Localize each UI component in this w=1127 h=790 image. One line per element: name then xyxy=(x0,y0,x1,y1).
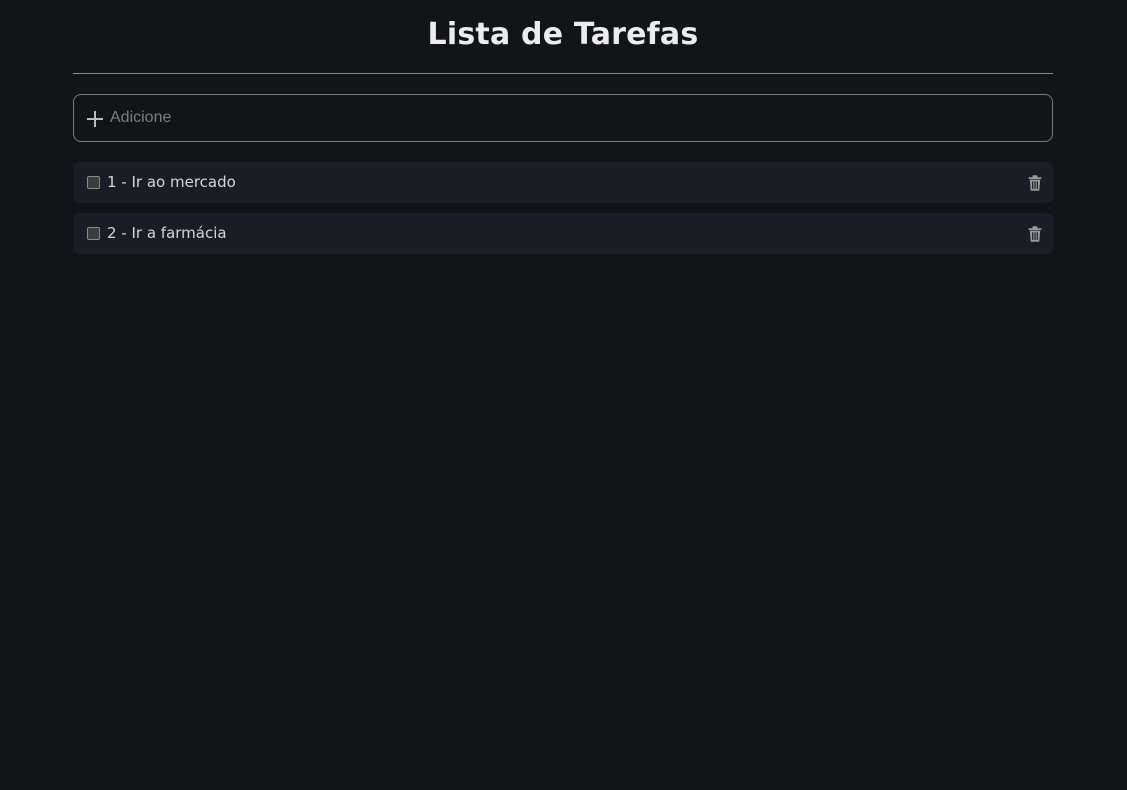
plus-icon[interactable] xyxy=(86,110,104,128)
task-label: 2 - Ir a farmácia xyxy=(107,224,227,242)
task-checkbox[interactable] xyxy=(87,176,100,189)
page-title: Lista de Tarefas xyxy=(427,17,699,52)
title-divider xyxy=(73,73,1053,74)
task-list: 1 - Ir ao mercado 2 - Ir a farmácia xyxy=(73,162,1053,254)
trash-icon[interactable] xyxy=(1027,225,1043,243)
add-task-input[interactable] xyxy=(110,95,1052,141)
task-label: 1 - Ir ao mercado xyxy=(107,173,236,191)
task-item: 1 - Ir ao mercado xyxy=(73,162,1053,203)
todo-app: Lista de Tarefas 1 - Ir ao mercado xyxy=(73,0,1053,264)
task-checkbox[interactable] xyxy=(87,227,100,240)
task-item: 2 - Ir a farmácia xyxy=(73,213,1053,254)
trash-icon[interactable] xyxy=(1027,174,1043,192)
add-task-field[interactable] xyxy=(73,94,1053,142)
